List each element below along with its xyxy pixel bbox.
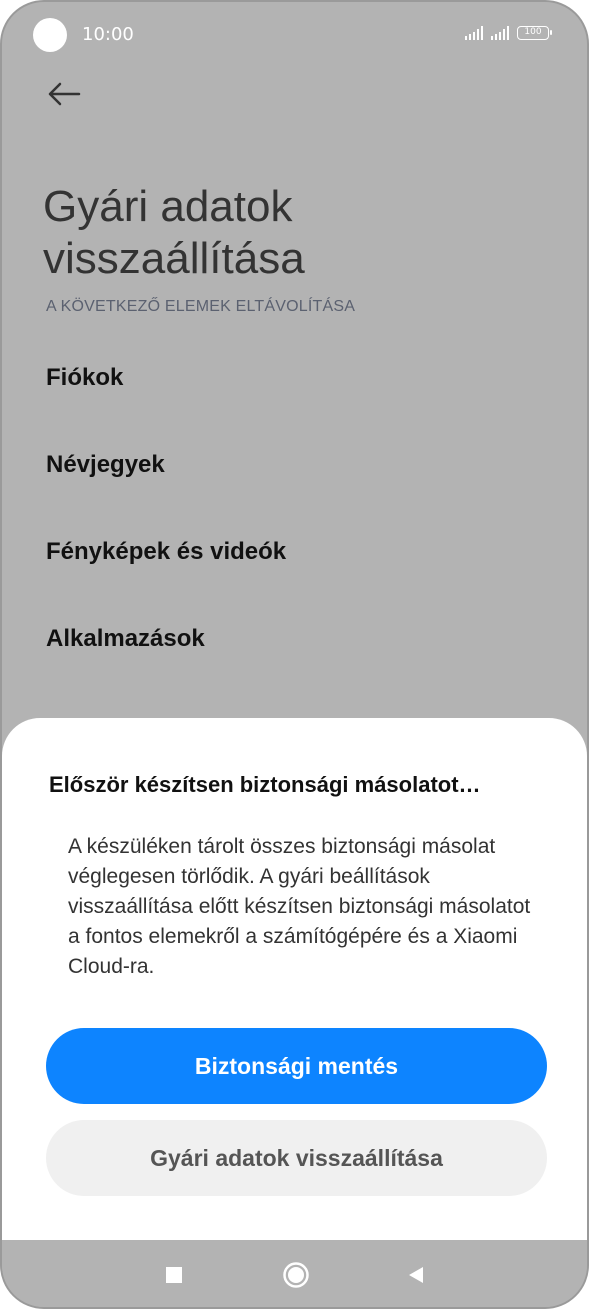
status-icons: 100	[465, 26, 552, 40]
list-item: Fényképek és videók	[46, 537, 287, 565]
page-title: Gyári adatok visszaállítása	[43, 182, 305, 284]
camera-cutout	[33, 18, 67, 52]
battery-icon: 100	[517, 26, 552, 40]
dialog-message: A készüléken tárolt összes biztonsági má…	[68, 835, 531, 978]
section-header: A KÖVETKEZŐ ELEMEK ELTÁVOLÍTÁSA	[46, 298, 356, 315]
back-button[interactable]	[44, 76, 84, 112]
navigation-bar	[2, 1240, 587, 1307]
dialog-title: Először készítsen biztonsági másolatot…	[49, 772, 481, 797]
recents-button[interactable]	[159, 1260, 189, 1290]
status-time: 10:00	[82, 24, 134, 45]
home-button[interactable]	[281, 1260, 311, 1290]
list-item: Alkalmazások	[46, 624, 205, 652]
backup-button[interactable]: Biztonsági mentés	[46, 1028, 547, 1104]
square-recents-icon	[166, 1267, 182, 1283]
signal-icon-secondary	[491, 26, 509, 40]
status-bar: 10:00 100	[2, 2, 587, 68]
backup-dialog: Először készítsen biztonsági másolatot… …	[2, 718, 587, 1240]
factory-reset-button[interactable]: Gyári adatok visszaállítása	[46, 1120, 547, 1196]
triangle-back-icon	[409, 1267, 423, 1283]
phone-screen: 10:00 100 Gyári adatok visszaállítása A …	[0, 0, 589, 1309]
circle-home-icon	[283, 1262, 309, 1288]
signal-icon	[465, 26, 483, 40]
arrow-left-icon	[48, 82, 81, 106]
back-nav-button[interactable]	[401, 1260, 431, 1290]
list-item: Névjegyek	[46, 450, 165, 478]
list-item: Fiókok	[46, 363, 124, 391]
removal-items-list: Fiókok Névjegyek Fényképek és videók Alk…	[2, 334, 587, 682]
